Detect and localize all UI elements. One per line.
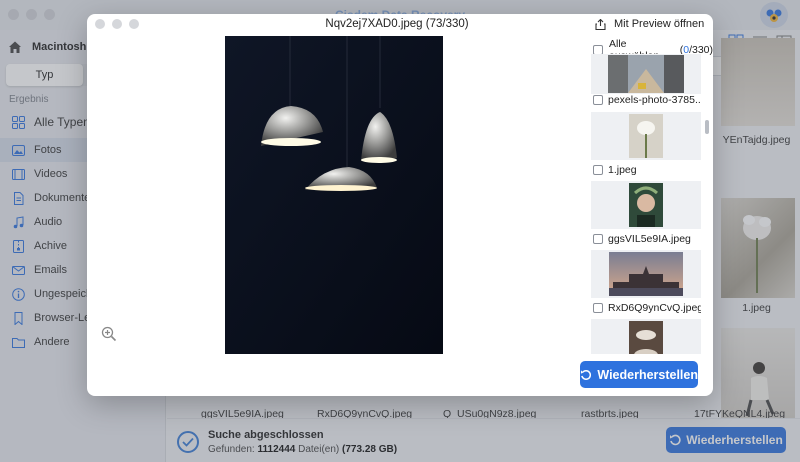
modal-window-controls xyxy=(95,19,139,29)
file-thumbnail-frame xyxy=(591,54,701,94)
modal-title: Nqv2ej7XAD0.jpeg (73/330) xyxy=(325,18,469,30)
file-checkbox[interactable] xyxy=(593,165,603,175)
file-list: pexels-photo-3785... 1.jpeg ggsVIL5e9IA.… xyxy=(591,54,701,354)
file-name-row: ggsVIL5e9IA.jpeg xyxy=(593,233,691,245)
file-name-row: pexels-photo-3785... xyxy=(593,94,701,106)
open-with-preview-label: Mit Preview öffnen xyxy=(614,18,705,30)
file-thumbnail xyxy=(608,55,684,93)
file-name-row: RxD6Q9ynCvQ.jpeg xyxy=(593,302,701,314)
modal-close-button[interactable] xyxy=(95,19,105,29)
modal-minimize-button[interactable] xyxy=(112,19,122,29)
file-thumbnail-frame xyxy=(591,319,701,354)
preview-modal: Nqv2ej7XAD0.jpeg (73/330) Mit Preview öf… xyxy=(87,14,713,396)
zoom-in-icon[interactable] xyxy=(101,326,117,342)
modal-recover-button[interactable]: Wiederherstellen xyxy=(580,361,698,388)
file-thumbnail xyxy=(629,321,663,354)
file-checkbox[interactable] xyxy=(593,95,603,105)
file-name-row: 1.jpeg xyxy=(593,164,637,176)
modal-zoom-button[interactable] xyxy=(129,19,139,29)
share-icon xyxy=(595,18,606,30)
file-name: RxD6Q9ynCvQ.jpeg xyxy=(608,302,701,314)
file-thumbnail xyxy=(629,183,663,227)
file-thumbnail xyxy=(609,252,683,296)
file-name: ggsVIL5e9IA.jpeg xyxy=(608,233,691,245)
file-thumbnail xyxy=(629,114,663,158)
file-thumbnail-frame xyxy=(591,112,701,160)
file-name: pexels-photo-3785... xyxy=(608,94,701,106)
file-name: 1.jpeg xyxy=(608,164,637,176)
open-with-preview-button[interactable]: Mit Preview öffnen xyxy=(595,18,704,30)
file-checkbox[interactable] xyxy=(593,234,603,244)
preview-image xyxy=(225,36,443,354)
file-list-scrollbar[interactable] xyxy=(705,120,709,134)
file-thumbnail-frame xyxy=(591,250,701,298)
file-checkbox[interactable] xyxy=(593,303,603,313)
restore-icon xyxy=(580,369,592,380)
file-thumbnail-frame xyxy=(591,181,701,229)
modal-recover-label: Wiederherstellen xyxy=(597,367,698,382)
